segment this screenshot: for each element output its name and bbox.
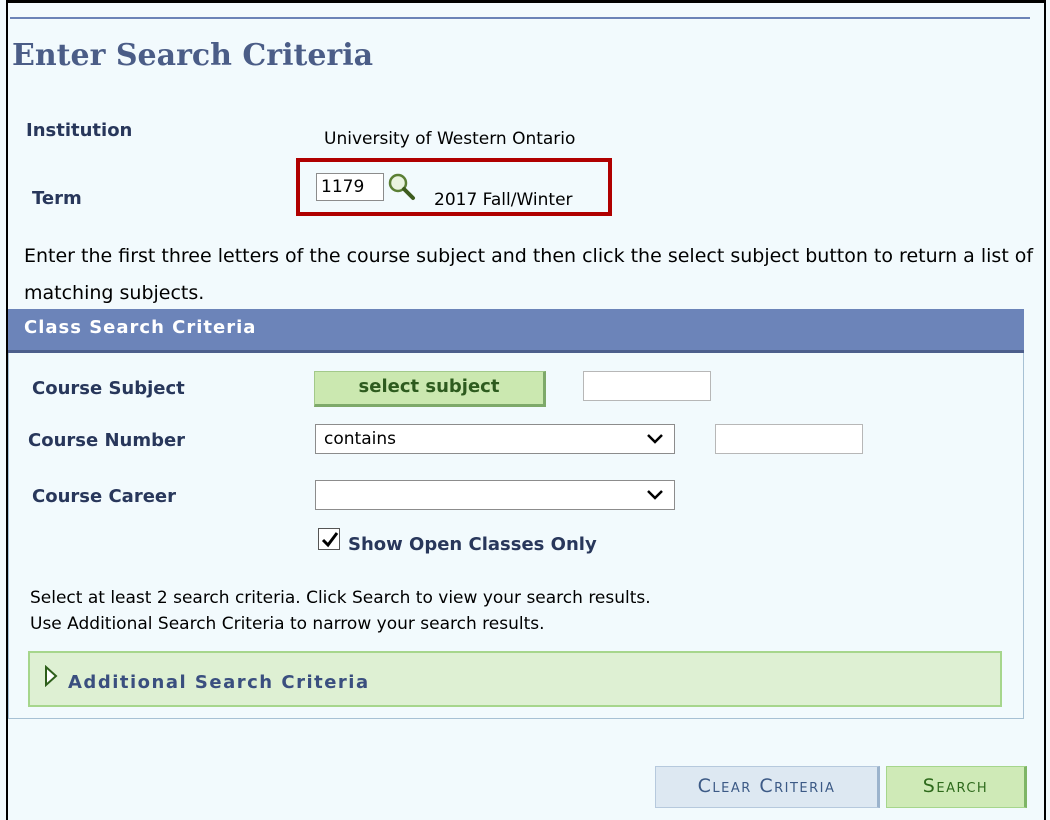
chevron-down-icon: [647, 490, 663, 500]
clear-criteria-button[interactable]: Clear Criteria: [655, 766, 880, 808]
additional-search-criteria-toggle[interactable]: Additional Search Criteria: [28, 651, 1002, 707]
course-career-label: Course Career: [32, 486, 176, 507]
expand-triangle-icon: [45, 665, 58, 687]
instruction-text: Enter the first three letters of the cou…: [24, 245, 1034, 304]
course-number-label: Course Number: [28, 430, 186, 451]
class-search-criteria-header: Class Search Criteria: [8, 309, 1024, 353]
additional-search-criteria-label: Additional Search Criteria: [68, 672, 370, 693]
course-career-select[interactable]: [315, 480, 675, 510]
page-title: Enter Search Criteria: [12, 38, 374, 73]
help-line-2: Use Additional Search Criteria to narrow…: [30, 614, 545, 634]
top-rule: [10, 17, 1030, 19]
show-open-classes-checkbox[interactable]: [318, 528, 340, 550]
course-subject-label: Course Subject: [32, 378, 185, 399]
term-description: 2017 Fall/Winter: [434, 190, 573, 210]
term-label: Term: [32, 188, 82, 209]
course-number-operator-value: contains: [324, 429, 396, 449]
chevron-down-icon: [647, 434, 663, 444]
institution-value: University of Western Ontario: [324, 129, 576, 149]
checkmark-icon: [321, 532, 339, 548]
select-subject-button[interactable]: select subject: [314, 371, 546, 407]
search-help-text: Select at least 2 search criteria. Click…: [30, 585, 651, 637]
search-button[interactable]: Search: [886, 766, 1027, 808]
term-input[interactable]: 1179: [316, 173, 384, 201]
course-number-operator-select[interactable]: contains: [315, 424, 675, 454]
course-subject-input[interactable]: [583, 371, 711, 401]
course-number-input[interactable]: [715, 424, 863, 454]
magnifier-icon[interactable]: [386, 172, 416, 202]
institution-label: Institution: [26, 120, 133, 141]
help-line-1: Select at least 2 search criteria. Click…: [30, 588, 651, 608]
panel-header-title: Class Search Criteria: [24, 317, 257, 338]
show-open-classes-label[interactable]: Show Open Classes Only: [348, 534, 597, 555]
